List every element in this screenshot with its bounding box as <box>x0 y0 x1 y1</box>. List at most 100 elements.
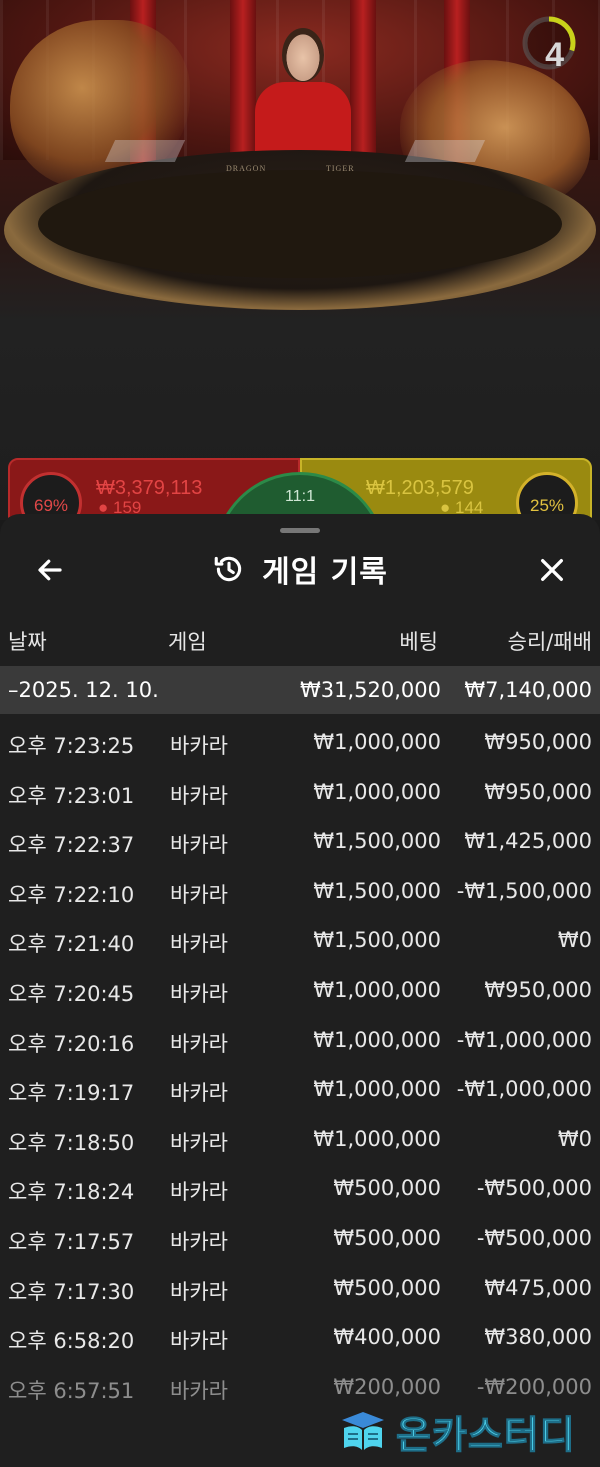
arrow-left-icon <box>38 559 62 581</box>
row-game: 바카라 <box>170 833 228 858</box>
summary-bet-total: ₩31,520,000 <box>299 678 441 702</box>
row-game: 바카라 <box>170 932 228 957</box>
column-game: 게임 <box>168 630 207 654</box>
row-bet: ₩500,000 <box>333 1176 441 1201</box>
tie-payout: 11:1 <box>285 488 315 505</box>
row-bet: ₩500,000 <box>333 1275 441 1300</box>
row-bet: ₩500,000 <box>333 1225 441 1250</box>
row-win-loss: -₩1,000,000 <box>456 1027 592 1052</box>
row-game: 바카라 <box>170 1180 228 1205</box>
sheet-title: 게임 기록 <box>262 555 388 590</box>
summary-date: –2025. 12. 10. <box>8 678 159 702</box>
close-button[interactable] <box>532 550 572 590</box>
table-header: 날짜 게임 베팅 승리/패배 <box>0 618 600 658</box>
card-shoe <box>404 140 486 162</box>
countdown-timer-value: 4 <box>545 36 564 74</box>
row-win-loss: ₩950,000 <box>484 977 592 1002</box>
sheet-drag-handle[interactable] <box>280 528 320 533</box>
row-time: 오후 7:18:24 <box>8 1180 135 1205</box>
history-row[interactable]: 오후 7:23:01 바카라 ₩1,000,000 ₩950,000 <box>0 768 600 818</box>
summary-win-loss-total: ₩7,140,000 <box>464 678 592 702</box>
row-win-loss: ₩1,425,000 <box>464 829 592 854</box>
row-game: 바카라 <box>170 783 228 808</box>
row-bet: ₩1,000,000 <box>313 977 441 1002</box>
live-video-feed: DRAGON TIGER <box>0 0 600 520</box>
title-wrap: 게임 기록 <box>0 540 600 598</box>
dragon-total-bet: ₩3,379,113 <box>96 477 203 499</box>
row-game: 바카라 <box>170 1081 228 1106</box>
column-bet: 베팅 <box>399 630 438 654</box>
row-win-loss: ₩0 <box>557 1126 592 1151</box>
row-time: 오후 7:21:40 <box>8 932 135 957</box>
row-bet: ₩1,000,000 <box>313 730 441 754</box>
game-history-sheet: 게임 기록 날짜 게임 베팅 승리/패배 –2025. 12. 10. ₩31,… <box>0 514 600 1467</box>
history-row[interactable]: 오후 7:18:50 바카라 ₩1,000,000 ₩0 <box>0 1115 600 1165</box>
row-game: 바카라 <box>170 1378 228 1403</box>
row-bet: ₩1,000,000 <box>313 1027 441 1052</box>
row-time: 오후 6:58:20 <box>8 1329 135 1354</box>
date-summary-row[interactable]: –2025. 12. 10. ₩31,520,000 ₩7,140,000 <box>0 666 600 714</box>
row-time: 오후 6:57:51 <box>8 1378 135 1403</box>
dealer-head <box>282 28 324 82</box>
history-row[interactable]: 오후 7:19:17 바카라 ₩1,000,000 -₩1,000,000 <box>0 1065 600 1115</box>
table-felt <box>38 170 562 278</box>
row-bet: ₩1,000,000 <box>313 779 441 804</box>
history-row[interactable]: 오후 7:20:45 바카라 ₩1,000,000 ₩950,000 <box>0 966 600 1016</box>
tiger-total-bet: ₩1,203,579 <box>366 477 474 499</box>
history-row[interactable]: 오후 7:17:30 바카라 ₩500,000 ₩475,000 <box>0 1264 600 1314</box>
row-win-loss: ₩950,000 <box>484 730 592 754</box>
row-bet: ₩1,500,000 <box>313 829 441 854</box>
table-label-tiger: TIGER <box>326 164 355 173</box>
row-game: 바카라 <box>170 1229 228 1254</box>
history-icon <box>214 556 242 582</box>
row-game: 바카라 <box>170 1329 228 1354</box>
row-bet: ₩1,500,000 <box>313 928 441 953</box>
row-bet: ₩1,000,000 <box>313 1126 441 1151</box>
row-win-loss: -₩500,000 <box>476 1225 592 1250</box>
close-icon <box>541 559 563 581</box>
history-row[interactable]: 오후 7:22:37 바카라 ₩1,500,000 ₩1,425,000 <box>0 817 600 867</box>
row-time: 오후 7:23:25 <box>8 734 135 758</box>
history-list: 오후 7:23:25 바카라 ₩1,000,000 ₩950,000 오후 7:23:0… <box>0 718 600 1412</box>
row-time: 오후 7:22:10 <box>8 882 135 907</box>
row-time: 오후 7:20:45 <box>8 981 135 1006</box>
row-game: 바카라 <box>170 1279 228 1304</box>
row-bet: ₩400,000 <box>333 1325 441 1350</box>
row-bet: ₩1,500,000 <box>313 878 441 903</box>
row-game: 바카라 <box>170 882 228 907</box>
history-row[interactable]: 오후 7:23:25 바카라 ₩1,000,000 ₩950,000 <box>0 718 600 768</box>
row-win-loss: -₩200,000 <box>476 1374 592 1399</box>
row-bet: ₩200,000 <box>333 1374 441 1399</box>
row-time: 오후 7:18:50 <box>8 1130 135 1155</box>
row-game: 바카라 <box>170 1130 228 1155</box>
card-shoe <box>104 140 186 162</box>
row-win-loss: ₩475,000 <box>484 1275 592 1300</box>
history-row[interactable]: 오후 6:58:20 바카라 ₩400,000 ₩380,000 <box>0 1313 600 1363</box>
row-win-loss: ₩950,000 <box>484 779 592 804</box>
row-game: 바카라 <box>170 734 228 758</box>
row-bet: ₩1,000,000 <box>313 1077 441 1102</box>
row-win-loss: -₩1,000,000 <box>456 1077 592 1102</box>
row-game: 바카라 <box>170 1031 228 1056</box>
history-row[interactable]: 오후 7:21:40 바카라 ₩1,500,000 ₩0 <box>0 916 600 966</box>
row-time: 오후 7:23:01 <box>8 783 135 808</box>
history-row[interactable]: 오후 7:18:24 바카라 ₩500,000 -₩500,000 <box>0 1164 600 1214</box>
history-row[interactable]: 오후 7:22:10 바카라 ₩1,500,000 -₩1,500,000 <box>0 867 600 917</box>
watermark: 온카스터디 <box>338 1404 596 1458</box>
row-time: 오후 7:17:30 <box>8 1279 135 1304</box>
watermark-text: 온카스터디 <box>396 1412 576 1457</box>
row-time: 오후 7:22:37 <box>8 833 135 858</box>
row-time: 오후 7:20:16 <box>8 1031 135 1056</box>
row-win-loss: -₩1,500,000 <box>456 878 592 903</box>
table-label-dragon: DRAGON <box>226 164 267 173</box>
sheet-header: 게임 기록 <box>0 540 600 598</box>
column-date: 날짜 <box>8 630 47 654</box>
history-row[interactable]: 오후 7:20:16 바카라 ₩1,000,000 -₩1,000,000 <box>0 1016 600 1066</box>
history-row[interactable]: 오후 7:17:57 바카라 ₩500,000 -₩500,000 <box>0 1214 600 1264</box>
row-win-loss: ₩0 <box>557 928 592 953</box>
book-icon <box>342 1412 384 1450</box>
row-time: 오후 7:19:17 <box>8 1081 135 1106</box>
row-win-loss: ₩380,000 <box>484 1325 592 1350</box>
back-button[interactable] <box>30 550 70 590</box>
column-win-loss: 승리/패배 <box>507 630 592 654</box>
